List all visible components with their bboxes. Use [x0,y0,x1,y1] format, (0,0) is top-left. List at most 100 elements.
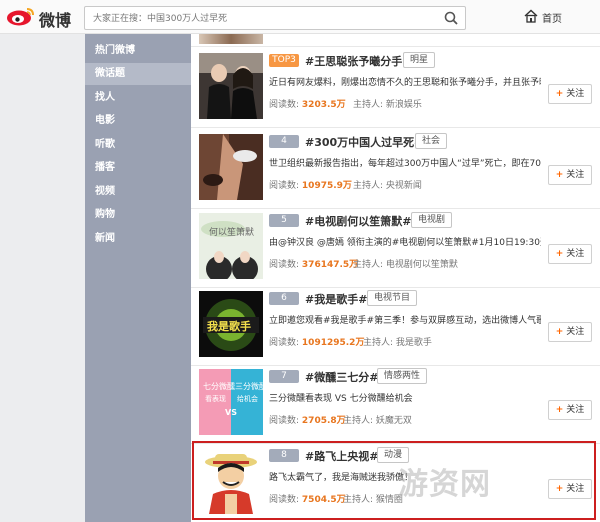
plus-icon: + [555,249,564,259]
plus-icon: + [555,89,564,99]
top-bar: 微博 大家正在搜：中国300万人过早死 首页 [0,0,600,34]
sidebar-item-label: 视频 [95,186,115,197]
watermark: 游资网 [398,467,491,502]
topic-title[interactable]: #电视剧何以笙箫默# [305,213,411,229]
left-margin [0,34,85,522]
follow-label: 关注 [566,327,585,337]
sidebar-item-label: 热门微博 [95,45,135,56]
topic-thumbnail[interactable]: 我是歌手 [199,291,263,357]
read-count-label: 阅读数: [269,260,300,270]
sidebar-item-find-people[interactable]: 找人 [85,87,191,109]
read-count-value: 2705.8万 [301,416,346,426]
follow-button[interactable]: + 关注 [548,244,592,264]
follow-label: 关注 [566,170,585,180]
highlight-box [192,441,596,520]
sidebar-item-label: 听歌 [95,139,115,150]
host-name[interactable]: 主持人: 电视剧何以笙箫默 [353,257,458,270]
search-suggestion[interactable]: 大家正在搜：中国300万人过早死 [93,11,227,24]
sidebar-item-movies[interactable]: 电影 [85,110,191,132]
topic-title[interactable]: #王思聪张予曦分手# [305,53,411,69]
rank-badge: 5 [269,214,299,227]
host-name[interactable]: 主持人: 央视新闻 [353,178,422,191]
previous-item-thumbnail[interactable] [199,34,263,44]
read-count-label: 阅读数: [269,181,300,191]
read-count-label: 阅读数: [269,416,300,426]
thumb-vs-text: VS [225,408,237,417]
host-name[interactable]: 主持人: 新浪娱乐 [353,97,422,110]
topic-item[interactable]: 我是歌手 6 #我是歌手# 电视节目 立即邀您观看#我是歌手#第三季！参与双屏感… [191,287,600,366]
rank-badge: 6 [269,292,299,305]
follow-button[interactable]: + 关注 [548,400,592,420]
topic-title[interactable]: #我是歌手# [305,291,367,307]
read-count: 阅读数: 1091295.2万 [269,335,364,348]
topic-thumbnail[interactable]: 七分微醺 看表现 三分微醺 给机会 VS [199,369,263,435]
read-count-value: 376147.5万 [301,260,359,270]
thumb-left-sub: 看表现 [205,394,226,403]
search-icon[interactable] [443,10,459,26]
rank-badge: TOP3 [269,54,299,67]
follow-button[interactable]: + 关注 [548,322,592,342]
category-tag[interactable]: 明星 [403,52,436,68]
sidebar-item-label: 播客 [95,162,115,173]
sidebar-item-news[interactable]: 新闻 [85,228,191,250]
host-name[interactable]: 主持人: 我是歌手 [363,335,432,348]
read-count: 阅读数: 10975.9万 [269,178,352,191]
topic-description: 近日有网友爆料，刚爆出恋情不久的王思聪和张予曦分手，并且张予曦获... [269,78,541,88]
follow-label: 关注 [566,249,585,259]
read-count: 阅读数: 3203.5万 [269,97,346,110]
home-icon [524,9,538,23]
topic-thumbnail[interactable] [199,53,263,119]
sidebar-item-label: 微话题 [95,68,125,79]
category-tag[interactable]: 情感两性 [377,368,428,384]
weibo-logo[interactable]: 微博 [6,4,90,30]
follow-label: 关注 [566,405,585,415]
logo-text: 微博 [39,11,72,30]
sidebar-item-label: 电影 [95,115,115,126]
home-label: 首页 [542,14,562,25]
search-box[interactable]: 大家正在搜：中国300万人过早死 [84,6,466,30]
follow-button[interactable]: + 关注 [548,165,592,185]
topic-item[interactable]: 七分微醺 看表现 三分微醺 给机会 VS 7 #微醺三七分# 情感两性 三分微醺… [191,365,600,444]
topic-title[interactable]: #微醺三七分# [305,369,378,385]
category-tag[interactable]: 电视剧 [411,212,453,228]
follow-button[interactable]: + 关注 [548,84,592,104]
topic-item[interactable]: TOP3 #王思聪张予曦分手# 明星 近日有网友爆料，刚爆出恋情不久的王思聪和张… [191,49,600,128]
sidebar-item-shopping[interactable]: 购物 [85,204,191,226]
sidebar-item-music[interactable]: 听歌 [85,134,191,156]
category-tag[interactable]: 社会 [415,133,448,149]
thumb-right-text: 三分微醺 [235,381,263,391]
thumb-left-text: 七分微醺 [203,381,235,391]
topic-description: 立即邀您观看#我是歌手#第三季！参与双屏感互动，选出微博人气歌王... [269,316,541,326]
rank-badge: 7 [269,370,299,383]
thumb-right-sub: 给机会 [237,394,258,403]
rank-badge: 4 [269,135,299,148]
topic-item[interactable]: 4 #300万中国人过早死# 社会 世卫组织最新报告指出，每年超过300万中国人… [191,130,600,209]
plus-icon: + [555,170,564,180]
poster-text: 何以笙箫默 [209,226,254,238]
read-count-value: 10975.9万 [301,181,352,191]
read-count: 阅读数: 2705.8万 [269,413,346,426]
topic-title[interactable]: #300万中国人过早死# [305,134,423,150]
plus-icon: + [555,327,564,337]
topic-description: 三分微醺看表现 VS 七分微醺给机会 [269,394,413,404]
weibo-eye-icon [7,8,34,26]
sidebar-item-label: 新闻 [95,233,115,244]
topic-thumbnail[interactable] [199,134,263,200]
sidebar-item-label: 购物 [95,209,115,220]
read-count-value: 1091295.2万 [301,338,365,348]
category-tag[interactable]: 电视节目 [367,290,418,306]
read-count: 阅读数: 376147.5万 [269,257,358,270]
sidebar-item-podcast[interactable]: 播客 [85,157,191,179]
sidebar-item-video[interactable]: 视频 [85,181,191,203]
read-count-label: 阅读数: [269,338,300,348]
poster-text: 我是歌手 [207,319,251,333]
topic-description: 由@钟汉良 @唐嫣 领衔主演的#电视剧何以笙箫默#1月10日19:30登陆@江苏… [269,238,541,248]
topic-thumbnail[interactable]: 何以笙箫默 [199,213,263,279]
read-count-value: 3203.5万 [301,100,346,110]
divider [191,46,600,47]
sidebar-item-hot-weibo[interactable]: 热门微博 [85,40,191,62]
host-name[interactable]: 主持人: 妖魔无双 [343,413,412,426]
topic-item[interactable]: 何以笙箫默 5 #电视剧何以笙箫默# 电视剧 由@钟汉良 @唐嫣 领衔主演的#电… [191,209,600,288]
sidebar-item-topics[interactable]: 微话题 [85,63,191,85]
follow-label: 关注 [566,89,585,99]
